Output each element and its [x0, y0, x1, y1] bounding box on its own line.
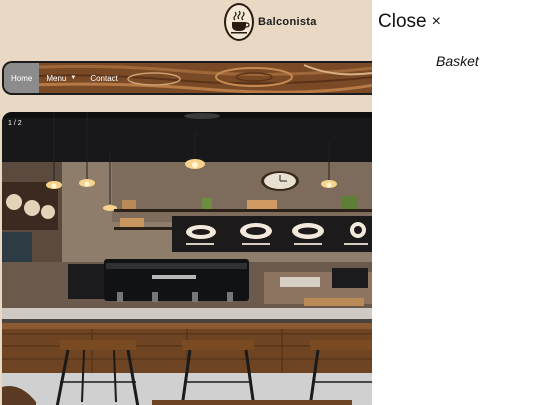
nav-menu[interactable]: Menu ▼: [39, 63, 83, 93]
coffee-cup-icon: [224, 3, 254, 41]
brand-logo[interactable]: Balconista: [224, 3, 317, 41]
nav-contact[interactable]: Contact: [83, 63, 125, 93]
close-icon: ×: [431, 13, 441, 30]
close-label: Close: [378, 11, 427, 32]
main-navbar: Home Menu ▼ Contact: [2, 61, 372, 95]
slide-counter: 1 / 2: [8, 120, 22, 127]
caret-down-icon: ▼: [70, 75, 77, 81]
basket-title: Basket: [436, 53, 479, 69]
site-header: Balconista: [0, 0, 372, 56]
cafe-slideshow[interactable]: 1 / 2: [2, 112, 372, 405]
close-button[interactable]: Close ×: [378, 11, 441, 33]
brand-name: Balconista: [258, 16, 317, 28]
basket-side-panel: Close × Basket: [372, 0, 540, 405]
cafe-interior-photo: [2, 112, 372, 405]
main-page: Balconista Home Menu ▼ Contact 1 / 2: [0, 0, 372, 405]
nav-home[interactable]: Home: [4, 63, 40, 93]
